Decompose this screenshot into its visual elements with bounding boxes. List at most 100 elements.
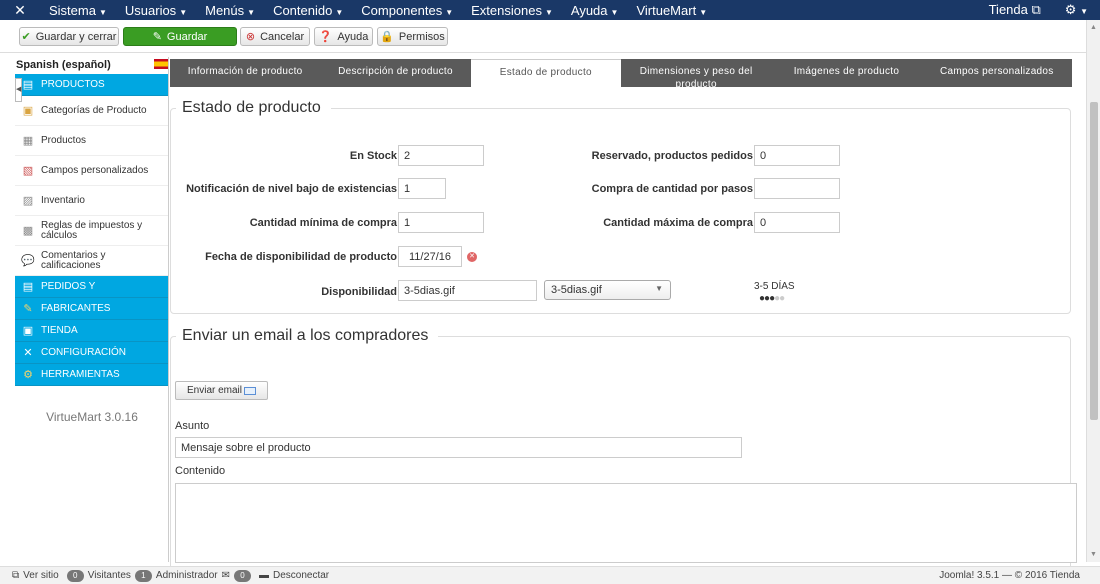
store-link[interactable]: Tienda ⧉: [977, 2, 1053, 18]
sidebar-item-categorias[interactable]: ▣ Categorías de Producto: [15, 96, 169, 126]
sidebar-item-productos[interactable]: ▤ PRODUCTOS: [15, 74, 169, 96]
tab-descripcion[interactable]: Descripción de producto: [320, 59, 470, 87]
external-link-icon: ⧉: [1031, 2, 1041, 17]
main-menu: Sistema ▼ Usuarios ▼ Menús ▼ Contenido ▼ Com…: [40, 0, 716, 20]
menu-sistema[interactable]: Sistema ▼: [40, 3, 116, 18]
minus-icon: ▬: [259, 570, 269, 581]
joomla-logo-icon[interactable]: ✕: [0, 2, 40, 19]
max-purchase-input[interactable]: [754, 212, 840, 233]
tab-dimensiones[interactable]: Dimensiones y peso del producto: [621, 59, 771, 87]
availability-date-label: Fecha de disponibilidad de producto: [205, 251, 397, 263]
help-icon: ❓: [318, 31, 333, 43]
sidebar-item-configuracion[interactable]: ✕ CONFIGURACIÓN: [15, 342, 169, 364]
tax-icon: ▩: [22, 224, 34, 237]
lock-icon: 🔒: [380, 31, 394, 43]
tab-imagenes[interactable]: Imágenes de producto: [771, 59, 921, 87]
chevron-down-icon: ▼: [699, 7, 708, 17]
messages-indicator[interactable]: ✉ 0: [221, 569, 255, 582]
availability-select[interactable]: 3-5dias.gif ▼: [544, 280, 671, 300]
in-stock-label: En Stock: [349, 150, 397, 162]
product-tabs: Información de producto Descripción de p…: [170, 59, 1072, 87]
chevron-down-icon: ▼: [445, 7, 454, 17]
scroll-down-icon[interactable]: ▼: [1090, 551, 1097, 558]
custom-fields-icon: ▧: [22, 165, 34, 177]
external-link-icon: ⧉: [12, 570, 20, 581]
min-purchase-label: Cantidad mínima de compra: [249, 217, 397, 229]
low-stock-input[interactable]: [398, 178, 446, 199]
chevron-down-icon: ▼: [247, 7, 256, 17]
sidebar-collapse-button[interactable]: ◀: [15, 78, 22, 102]
save-button[interactable]: ✎ Guardar: [123, 27, 237, 46]
sidebar-item-comentarios[interactable]: 💬 Comentarios y calificaciones: [15, 246, 169, 276]
cancel-button[interactable]: ⊗ Cancelar: [240, 27, 310, 46]
language-indicator: Spanish (español): [16, 59, 168, 73]
chevron-down-icon: ▼: [1080, 7, 1088, 16]
joomla-version: Joomla! 3.5.1 — © 2016 Tienda: [939, 570, 1080, 581]
send-email-button[interactable]: Enviar email: [175, 381, 268, 400]
gear-icon: ⚙: [1064, 2, 1077, 17]
edit-icon: ✎: [152, 31, 162, 43]
menu-usuarios[interactable]: Usuarios ▼: [116, 3, 196, 18]
envelope-icon: ✉: [221, 570, 230, 581]
step-input[interactable]: [754, 178, 840, 199]
envelope-icon: [244, 386, 257, 395]
availability-input[interactable]: [398, 280, 537, 301]
tab-campos[interactable]: Campos personalizados: [922, 59, 1072, 87]
menu-menus[interactable]: Menús ▼: [196, 3, 264, 18]
settings-menu[interactable]: ⚙ ▼: [1053, 2, 1100, 18]
admin-indicator[interactable]: 1 Administrador: [134, 569, 218, 582]
sidebar-item-impuestos[interactable]: ▩ Reglas de impuestos y cálculos: [15, 216, 169, 246]
sidebar-item-tienda[interactable]: ▣ TIENDA: [15, 320, 169, 342]
sidebar-item-productos-list[interactable]: ▦ Productos: [15, 126, 169, 156]
help-button[interactable]: ❓ Ayuda: [314, 27, 373, 46]
tab-estado[interactable]: Estado de producto: [470, 59, 621, 87]
visitors-badge: 0: [66, 569, 84, 582]
wrench-icon: ✎: [23, 303, 33, 315]
sidebar-divider: [168, 57, 169, 562]
subject-label: Asunto: [175, 420, 210, 432]
reserved-input[interactable]: [754, 145, 840, 166]
sidebar-item-fabricantes[interactable]: ✎ FABRICANTES: [15, 298, 169, 320]
product-status-title: Estado de producto: [176, 99, 331, 117]
scroll-up-icon[interactable]: ▲: [1090, 24, 1097, 31]
subject-input[interactable]: [175, 437, 742, 458]
menu-extensiones[interactable]: Extensiones ▼: [462, 3, 562, 18]
status-bar: ⧉ Ver sitio 0 Visitantes 1 Administrador ✉ 0…: [0, 566, 1100, 584]
cancel-icon: ⊗: [245, 31, 256, 43]
store-icon: ▣: [22, 325, 34, 337]
in-stock-input[interactable]: [398, 145, 484, 166]
content-label: Contenido: [175, 465, 226, 477]
permissions-button[interactable]: 🔒 Permisos: [377, 27, 448, 46]
sidebar-item-campos[interactable]: ▧ Campos personalizados: [15, 156, 169, 186]
menu-componentes[interactable]: Componentes ▼: [352, 3, 462, 18]
chevron-down-icon: ▼: [98, 7, 107, 17]
menu-virtuemart[interactable]: VirtueMart ▼: [627, 3, 716, 18]
step-label: Compra de cantidad por pasos: [591, 183, 753, 195]
scroll-thumb[interactable]: [1090, 102, 1098, 420]
save-close-button[interactable]: ✔ Guardar y cerrar: [19, 27, 119, 46]
max-purchase-label: Cantidad máxima de compra: [603, 217, 753, 229]
orders-icon: ▤: [22, 281, 34, 293]
logout-link[interactable]: ▬ Desconectar: [259, 570, 329, 581]
availability-label: Disponibilidad: [321, 286, 397, 298]
availability-text: 3-5 DÍAS: [754, 281, 795, 292]
visitors-indicator[interactable]: 0 Visitantes: [66, 569, 131, 582]
sidebar-item-herramientas[interactable]: ⚙ HERRAMIENTAS: [15, 364, 169, 386]
chevron-down-icon: ▼: [655, 284, 663, 293]
tab-informacion[interactable]: Información de producto: [170, 59, 320, 87]
config-icon: ✕: [23, 347, 33, 359]
availability-date-input[interactable]: [398, 246, 462, 267]
view-site-link[interactable]: ⧉ Ver sitio: [4, 570, 59, 581]
sidebar-item-inventario[interactable]: ▨ Inventario: [15, 186, 169, 216]
menu-contenido[interactable]: Contenido ▼: [264, 3, 352, 18]
min-purchase-input[interactable]: [398, 212, 484, 233]
clear-date-icon[interactable]: ✕: [467, 252, 477, 262]
categories-icon: ▣: [22, 105, 34, 117]
menu-ayuda[interactable]: Ayuda ▼: [562, 3, 628, 18]
sidebar-item-pedidos[interactable]: ▤ PEDIDOS Y: [15, 276, 169, 298]
tools-icon: ⚙: [23, 369, 33, 381]
vertical-scrollbar[interactable]: ▲ ▼: [1086, 20, 1100, 562]
comments-icon: 💬: [21, 254, 35, 267]
low-stock-label: Notificación de nivel bajo de existencia…: [186, 183, 397, 195]
content-textarea[interactable]: [175, 483, 1077, 563]
